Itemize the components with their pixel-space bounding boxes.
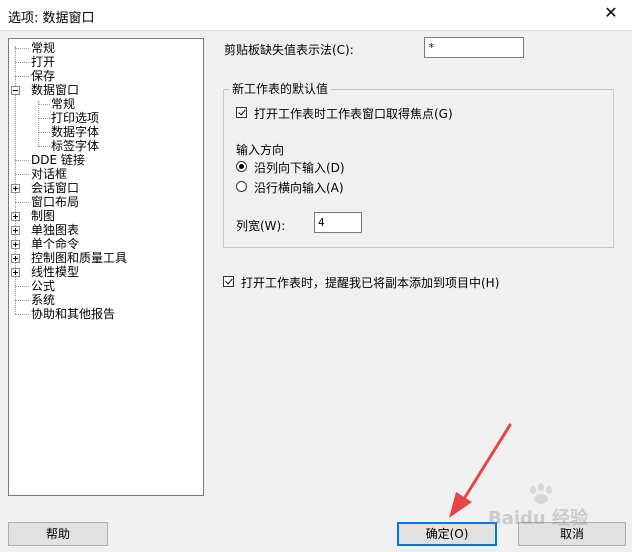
watermark-text: Baidu 经验	[488, 508, 589, 529]
baidu-watermark: Baidu 经验	[488, 480, 628, 530]
red-arrow-annotation	[449, 423, 512, 518]
